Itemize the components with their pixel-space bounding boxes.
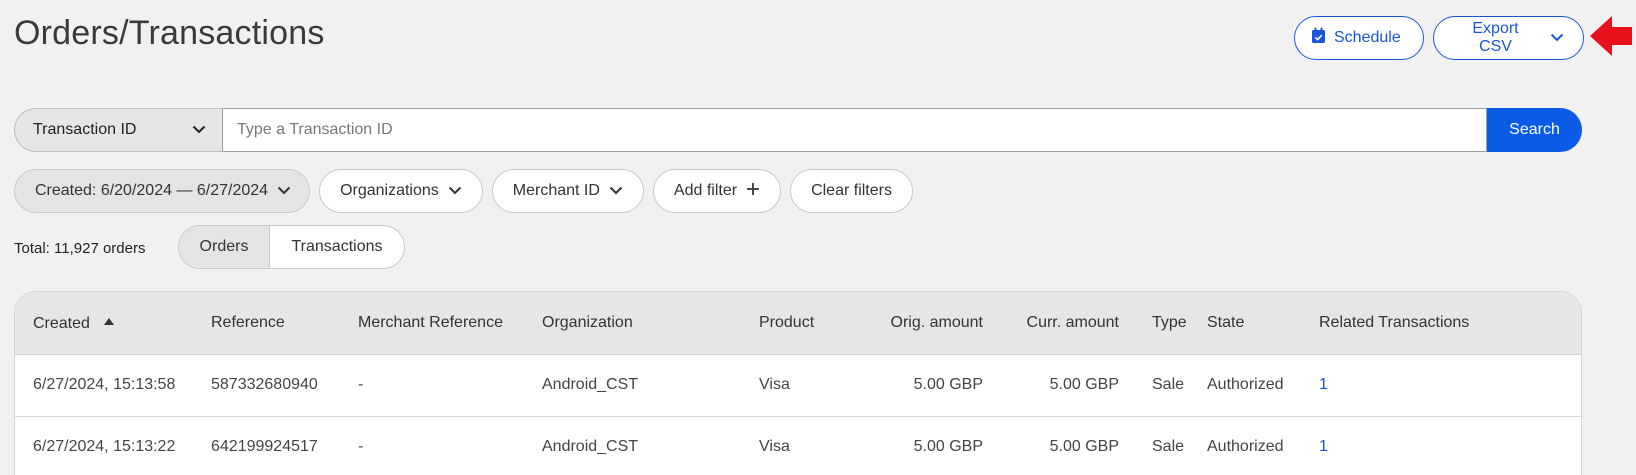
column-header-type[interactable]: Type bbox=[1119, 292, 1189, 355]
orders-table: Created Reference Merchant Reference Org… bbox=[14, 291, 1582, 475]
schedule-button[interactable]: Schedule bbox=[1294, 16, 1424, 60]
column-header-merchant-reference[interactable]: Merchant Reference bbox=[340, 292, 524, 355]
cell-type: Sale bbox=[1152, 376, 1185, 393]
search-button[interactable]: Search bbox=[1487, 108, 1582, 152]
organizations-label: Organizations bbox=[340, 182, 439, 199]
clear-filters-button[interactable]: Clear filters bbox=[790, 169, 913, 213]
header-actions: Schedule Export CSV bbox=[1294, 16, 1584, 60]
cell-type: Sale bbox=[1152, 438, 1185, 455]
chevron-down-icon bbox=[1550, 29, 1564, 47]
calendar-icon bbox=[1311, 27, 1326, 49]
chevron-down-icon bbox=[192, 121, 206, 139]
cell-orig-amount: 5.00 GBP bbox=[913, 376, 983, 393]
cell-reference: 587332680940 bbox=[211, 376, 318, 393]
cell-created: 6/27/2024, 15:13:58 bbox=[33, 376, 176, 393]
cell-curr-amount: 5.00 GBP bbox=[1049, 376, 1119, 393]
cell-state: Authorized bbox=[1207, 438, 1284, 455]
cell-organization: Android_CST bbox=[542, 376, 639, 393]
column-header-reference[interactable]: Reference bbox=[193, 292, 340, 355]
column-header-state[interactable]: State bbox=[1189, 292, 1301, 355]
cell-state: Authorized bbox=[1207, 376, 1284, 393]
column-header-organization[interactable]: Organization bbox=[524, 292, 741, 355]
transactions-tab[interactable]: Transactions bbox=[270, 226, 404, 268]
column-header-orig-amount[interactable]: Orig. amount bbox=[855, 292, 983, 355]
table-header-row: Created Reference Merchant Reference Org… bbox=[15, 292, 1581, 355]
chevron-down-icon bbox=[448, 182, 462, 200]
column-header-created[interactable]: Created bbox=[15, 292, 193, 355]
search-bar: Transaction ID Search bbox=[14, 108, 1582, 152]
organizations-filter[interactable]: Organizations bbox=[319, 169, 483, 213]
column-header-product[interactable]: Product bbox=[741, 292, 855, 355]
cell-curr-amount: 5.00 GBP bbox=[1049, 438, 1119, 455]
related-transactions-link[interactable]: 1 bbox=[1301, 416, 1581, 475]
transaction-id-input[interactable] bbox=[222, 108, 1487, 152]
search-type-dropdown[interactable]: Transaction ID bbox=[14, 108, 222, 152]
table-row[interactable]: 6/27/2024, 15:13:58 587332680940 - Andro… bbox=[15, 354, 1581, 416]
filter-bar: Created: 6/20/2024 — 6/27/2024 Organizat… bbox=[14, 169, 913, 213]
related-transactions-link[interactable]: 1 bbox=[1301, 354, 1581, 416]
schedule-label: Schedule bbox=[1334, 29, 1401, 46]
add-filter-button[interactable]: Add filter bbox=[652, 169, 782, 213]
cell-merchant-reference: - bbox=[358, 376, 364, 393]
cell-merchant-reference: - bbox=[358, 438, 364, 455]
orders-tab[interactable]: Orders bbox=[179, 226, 270, 268]
export-csv-button[interactable]: Export CSV bbox=[1433, 16, 1584, 60]
cell-product: Visa bbox=[759, 376, 790, 393]
cell-reference: 642199924517 bbox=[211, 438, 318, 455]
clear-filters-label: Clear filters bbox=[811, 182, 892, 199]
plus-icon bbox=[746, 182, 760, 201]
column-header-curr-amount[interactable]: Curr. amount bbox=[983, 292, 1119, 355]
chevron-down-icon bbox=[277, 182, 291, 200]
table-row[interactable]: 6/27/2024, 15:13:22 642199924517 - Andro… bbox=[15, 416, 1581, 475]
view-toggle: Orders Transactions bbox=[178, 225, 405, 269]
merchant-id-filter[interactable]: Merchant ID bbox=[491, 169, 644, 213]
chevron-down-icon bbox=[609, 182, 623, 200]
red-arrow-annotation-icon bbox=[1590, 14, 1632, 63]
search-type-label: Transaction ID bbox=[33, 121, 137, 138]
date-range-filter[interactable]: Created: 6/20/2024 — 6/27/2024 bbox=[14, 169, 311, 213]
merchant-id-label: Merchant ID bbox=[512, 182, 600, 199]
column-header-related-transactions[interactable]: Related Transactions bbox=[1301, 292, 1581, 355]
date-range-label: Created: 6/20/2024 — 6/27/2024 bbox=[35, 182, 269, 199]
total-orders-count: Total: 11,927 orders bbox=[14, 240, 146, 257]
cell-created: 6/27/2024, 15:13:22 bbox=[33, 438, 176, 455]
page-title: Orders/Transactions bbox=[14, 14, 325, 52]
cell-product: Visa bbox=[759, 438, 790, 455]
cell-orig-amount: 5.00 GBP bbox=[913, 438, 983, 455]
export-csv-label: Export CSV bbox=[1472, 20, 1519, 55]
sort-ascending-icon bbox=[103, 312, 114, 330]
add-filter-label: Add filter bbox=[673, 182, 738, 199]
cell-organization: Android_CST bbox=[542, 438, 639, 455]
